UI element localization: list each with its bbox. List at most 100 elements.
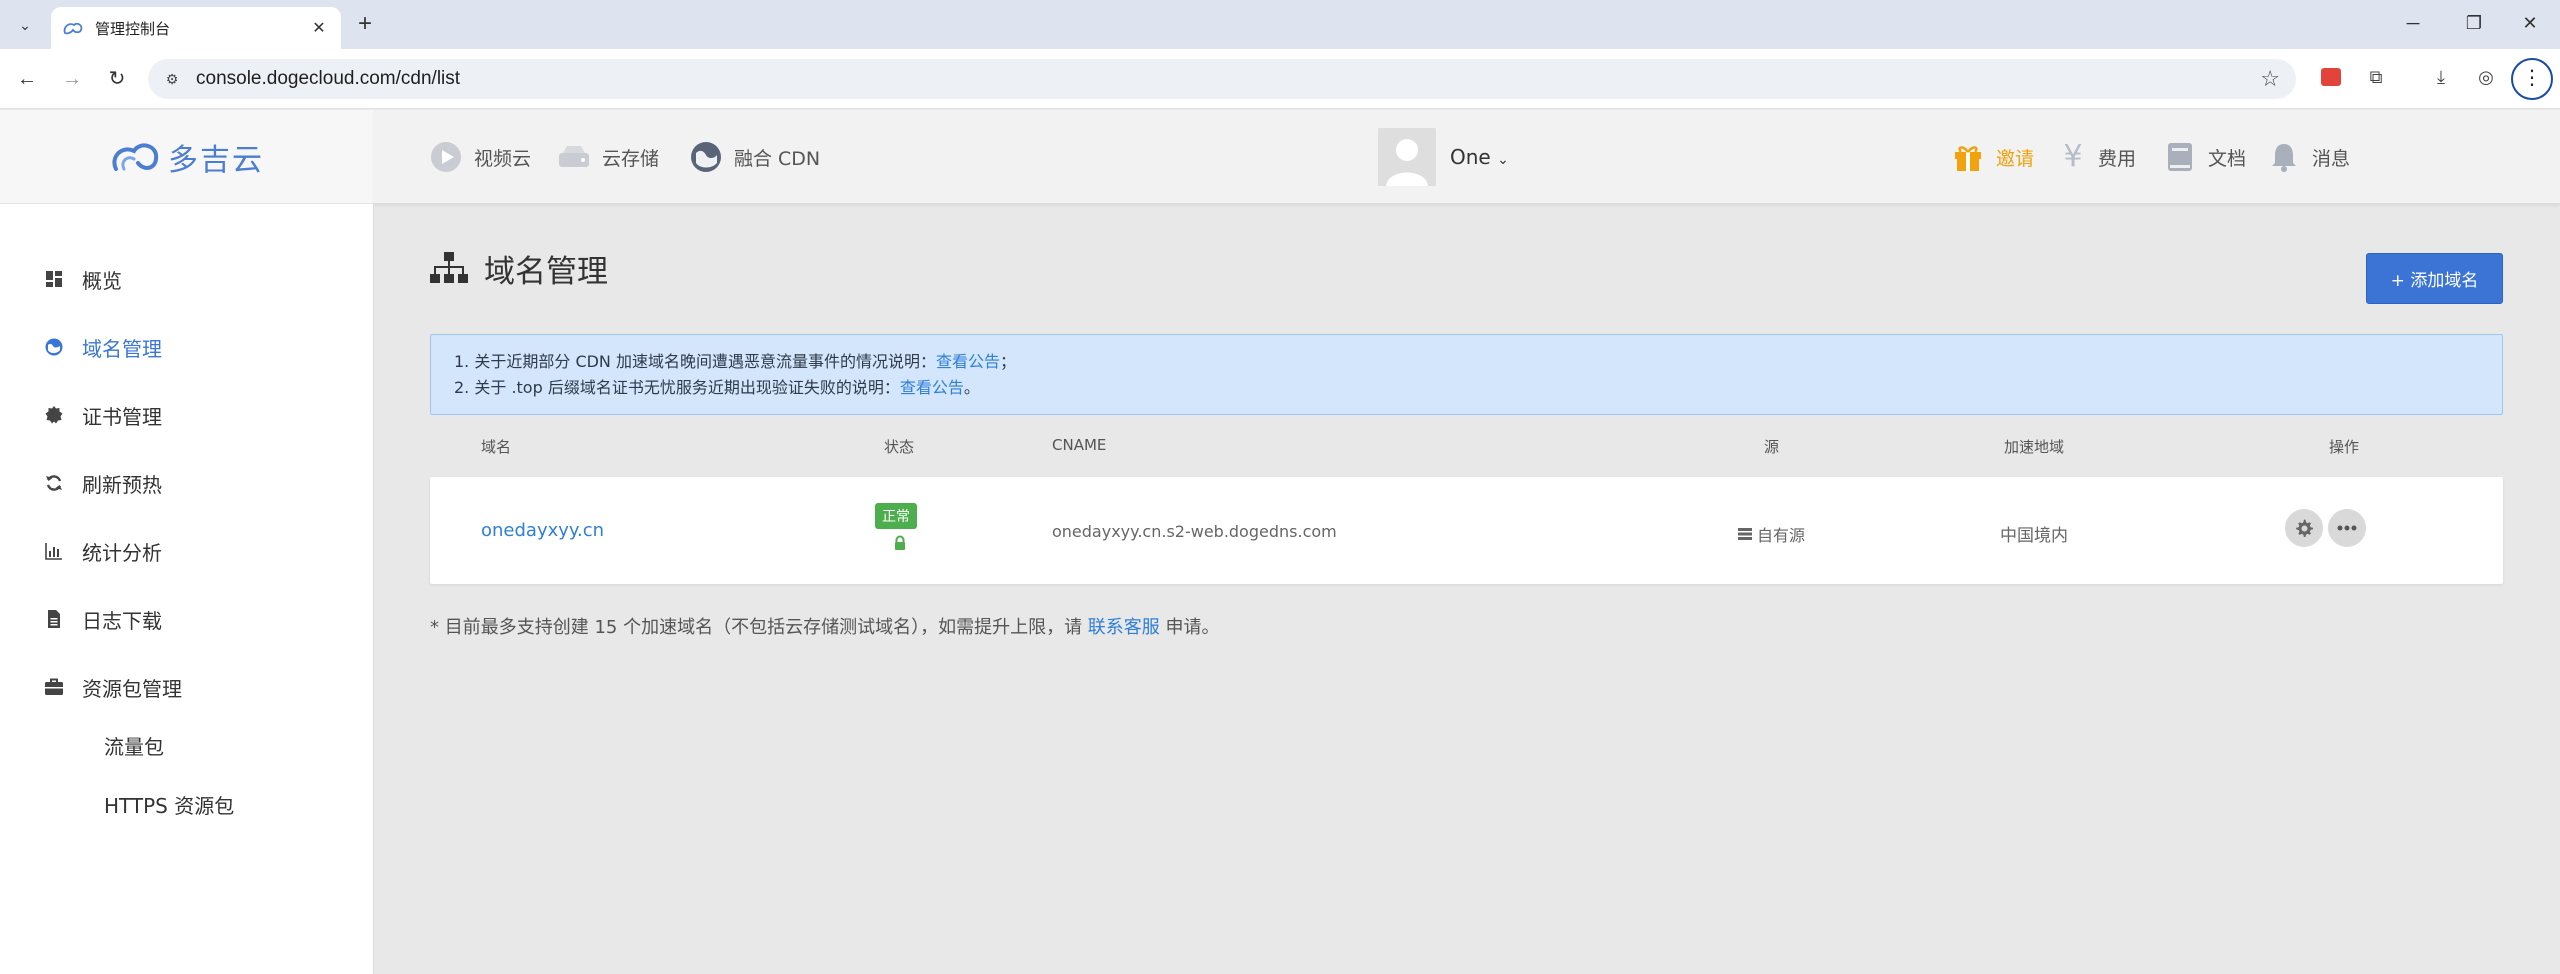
nav-cdn-label: 融合 CDN bbox=[734, 147, 821, 170]
notice-line-1: 1. 关于近期部分 CDN 加速域名晚间遭遇恶意流量事件的情况说明：查看公告； bbox=[454, 349, 2479, 375]
sidebar-item-label: 资源包管理 bbox=[82, 676, 182, 701]
window-close-icon[interactable]: ✕ bbox=[2510, 8, 2550, 38]
dogecloud-favicon-icon bbox=[63, 22, 83, 35]
sidebar-item-label: 域名管理 bbox=[82, 336, 162, 361]
footnote-prefix: * 目前最多支持创建 15 个加速域名（不包括云存储测试域名），如需提升上限，请 bbox=[430, 617, 1088, 638]
tab-search-chevron-icon[interactable]: ⌄ bbox=[10, 12, 40, 38]
extension-red-icon[interactable] bbox=[2318, 64, 2344, 90]
domain-link[interactable]: onedayxyy.cn bbox=[481, 520, 604, 541]
sidebar-item-refresh[interactable]: 刷新预热 bbox=[0, 463, 374, 503]
nav-storage[interactable]: 云存储 bbox=[558, 137, 659, 177]
sidebar-item-packages[interactable]: 资源包管理 bbox=[0, 667, 374, 707]
nav-docs[interactable]: 文档 bbox=[2164, 137, 2246, 177]
dashboard-icon bbox=[46, 271, 62, 287]
add-domain-button[interactable]: + 添加域名 bbox=[2366, 253, 2503, 304]
sidebar-item-certificates[interactable]: 证书管理 bbox=[0, 395, 374, 435]
page-title: 域名管理 bbox=[484, 253, 608, 290]
new-tab-plus-icon[interactable]: + bbox=[352, 12, 378, 38]
storage-drive-icon bbox=[559, 146, 589, 167]
sidebar-item-analytics[interactable]: 统计分析 bbox=[0, 531, 374, 571]
nav-billing[interactable]: ¥ 费用 bbox=[2060, 137, 2136, 177]
sidebar-item-domains[interactable]: 域名管理 bbox=[0, 327, 374, 367]
logo-text: 多吉云 bbox=[168, 142, 264, 178]
dogecloud-logo-icon bbox=[112, 142, 159, 171]
download-icon[interactable]: ⤓ bbox=[2428, 64, 2454, 90]
browser-toolbar: ← → ↻ ⚙ console.dogecloud.com/cdn/list ☆ bbox=[0, 49, 2560, 109]
column-header-domain: 域名 bbox=[481, 438, 512, 456]
nav-messages-label: 消息 bbox=[2312, 147, 2351, 170]
nav-messages[interactable]: 消息 bbox=[2268, 137, 2350, 177]
globe-icon bbox=[691, 142, 721, 172]
nav-invite-label: 邀请 bbox=[1996, 147, 2035, 170]
book-icon bbox=[2168, 143, 2192, 171]
user-name: One bbox=[1450, 145, 1491, 169]
sidebar-item-label: 刷新预热 bbox=[82, 472, 162, 497]
extensions-puzzle-icon[interactable]: ⧉ bbox=[2363, 64, 2389, 90]
restore-icon[interactable]: ❐ bbox=[2454, 8, 2494, 38]
browser-tab-bar: ⌄ 管理控制台 ✕ + ─ ❐ ✕ bbox=[0, 0, 2560, 49]
sidebar: 概览 域名管理 证书管理 刷新预热 统计分析 日志下载 资源包管理 流量包 HT… bbox=[0, 204, 374, 974]
ellipsis-icon bbox=[2337, 525, 2357, 531]
notice-link-1[interactable]: 查看公告 bbox=[936, 352, 1000, 371]
notice-line-1-end: ； bbox=[1000, 352, 1017, 371]
sidebar-subitem-traffic-package[interactable]: 流量包 bbox=[104, 732, 164, 762]
column-header-actions: 操作 bbox=[2329, 438, 2360, 456]
briefcase-icon bbox=[45, 678, 63, 695]
table-row: onedayxyy.cn 正常 onedayxyy.cn.s2-web.doge… bbox=[430, 477, 2503, 584]
settings-gear-button[interactable] bbox=[2285, 509, 2323, 547]
back-arrow-icon[interactable]: ← bbox=[12, 64, 42, 94]
minimize-icon[interactable]: ─ bbox=[2393, 8, 2433, 38]
source-value: 自有源 bbox=[1738, 522, 1805, 546]
gear-icon bbox=[2296, 519, 2313, 537]
bell-icon bbox=[2272, 144, 2296, 172]
cname-value: onedayxyy.cn.s2-web.dogedns.com bbox=[1052, 522, 1337, 541]
nav-video[interactable]: 视频云 bbox=[430, 137, 531, 177]
status-badge: 正常 bbox=[875, 503, 917, 529]
column-header-source: 源 bbox=[1764, 438, 1780, 456]
sidebar-subitem-https-package[interactable]: HTTPS 资源包 bbox=[104, 791, 234, 821]
site-info-icon[interactable]: ⚙ bbox=[162, 69, 182, 89]
nav-billing-label: 费用 bbox=[2098, 147, 2137, 170]
sidebar-item-label: 证书管理 bbox=[82, 404, 162, 429]
more-actions-button[interactable] bbox=[2328, 509, 2366, 547]
certificate-badge-icon bbox=[45, 406, 63, 424]
app-logo[interactable]: 多吉云 bbox=[0, 110, 374, 204]
gift-icon bbox=[1955, 146, 1981, 171]
sitemap-icon bbox=[430, 252, 468, 283]
nav-invite[interactable]: 邀请 bbox=[1952, 137, 2034, 177]
browser-tab[interactable]: 管理控制台 ✕ bbox=[51, 7, 341, 49]
tab-title: 管理控制台 bbox=[95, 19, 171, 38]
bookmark-star-icon[interactable]: ☆ bbox=[2260, 67, 2280, 91]
notice-link-2[interactable]: 查看公告 bbox=[900, 378, 964, 397]
notice-line-1-text: 1. 关于近期部分 CDN 加速域名晚间遭遇恶意流量事件的情况说明： bbox=[454, 352, 936, 371]
account-icon[interactable]: ◎ bbox=[2473, 64, 2499, 90]
bar-chart-icon bbox=[45, 543, 62, 560]
contact-support-link[interactable]: 联系客服 bbox=[1088, 617, 1160, 638]
url-text[interactable]: console.dogecloud.com/cdn/list bbox=[196, 69, 460, 89]
tab-close-icon[interactable]: ✕ bbox=[309, 18, 329, 38]
footnote-suffix: 申请。 bbox=[1159, 617, 1220, 638]
nav-cdn[interactable]: 融合 CDN bbox=[690, 137, 820, 177]
sidebar-item-label: 日志下载 bbox=[82, 608, 162, 633]
refresh-icon bbox=[46, 475, 62, 491]
nav-video-label: 视频云 bbox=[474, 147, 532, 170]
server-list-icon bbox=[1738, 528, 1752, 540]
lock-icon bbox=[895, 535, 905, 550]
globe-icon bbox=[45, 338, 63, 356]
sidebar-item-label: 统计分析 bbox=[82, 540, 162, 565]
app-header: 视频云 云存储 融合 CDN 邀请 ¥ 费用 文档 消息 One ⌄ bbox=[374, 110, 2560, 204]
address-bar[interactable]: ⚙ console.dogecloud.com/cdn/list ☆ bbox=[148, 59, 2296, 99]
forward-arrow-icon[interactable]: → bbox=[57, 64, 87, 94]
notice-line-2-end: 。 bbox=[963, 378, 980, 397]
yen-icon: ¥ bbox=[2063, 139, 2083, 174]
user-avatar[interactable] bbox=[1378, 128, 1436, 186]
play-circle-icon bbox=[431, 142, 461, 172]
reload-icon[interactable]: ↻ bbox=[102, 64, 132, 94]
user-menu[interactable]: One ⌄ bbox=[1450, 145, 1509, 169]
sidebar-item-overview[interactable]: 概览 bbox=[0, 259, 374, 299]
chrome-menu-icon[interactable]: ⋮ bbox=[2511, 58, 2553, 100]
column-header-cname: CNAME bbox=[1052, 436, 1107, 454]
source-label: 自有源 bbox=[1757, 526, 1806, 545]
sidebar-item-logs[interactable]: 日志下载 bbox=[0, 599, 374, 639]
notice-line-2-text: 2. 关于 .top 后缀域名证书无忧服务近期出现验证失败的说明： bbox=[454, 378, 900, 397]
